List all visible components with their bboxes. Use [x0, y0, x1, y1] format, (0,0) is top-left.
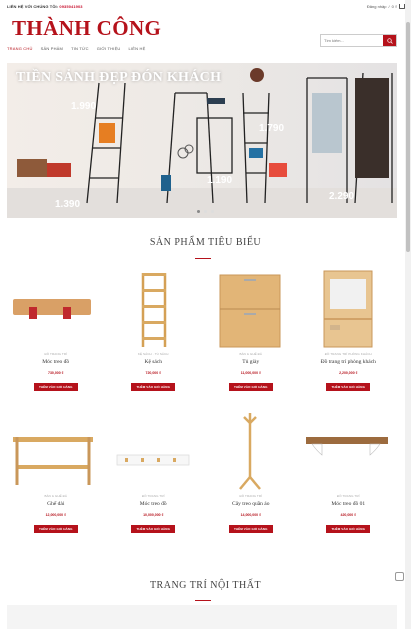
- product-name[interactable]: Tủ giày: [202, 359, 300, 365]
- product-card[interactable]: ĐỒ TRANG TRÍ Móc treo đồ 01 420,000 ₫ TH…: [300, 407, 398, 549]
- product-name[interactable]: Móc treo đồ 01: [300, 501, 398, 507]
- product-price: 11,000,000 ₫: [240, 371, 261, 375]
- nav-about[interactable]: GIỚI THIỆU: [97, 46, 121, 51]
- hero-banner[interactable]: TIỀN SẢNH ĐẸP ĐÓN KHÁCH 1.990 1.790 1.19…: [7, 63, 397, 218]
- nav-products[interactable]: SẢN PHẨM: [41, 46, 64, 51]
- product-card[interactable]: ĐỒ TRANG TRÍ Móc treo đồ 10,000,000 ₫ TH…: [105, 407, 203, 549]
- add-to-cart-button[interactable]: THÊM VÀO GIỎ HÀNG: [131, 383, 176, 391]
- product-image[interactable]: [300, 265, 398, 350]
- search-button[interactable]: [383, 35, 396, 46]
- contact-info: LIÊN HỆ VỚI CHÚNG TÔI: 0935041903: [7, 4, 83, 9]
- cart-total[interactable]: 0 ₫: [392, 4, 397, 9]
- phone-number[interactable]: 0935041903: [59, 4, 82, 9]
- nav-news[interactable]: TIN TỨC: [71, 46, 89, 51]
- product-image[interactable]: [202, 407, 300, 492]
- product-category: ĐỒ TRANG TRÍ: [44, 352, 68, 356]
- nav-home[interactable]: TRANG CHỦ: [7, 46, 33, 51]
- product-category: ĐỒ TRANG TRÍ PHÒNG KHÁCH: [324, 352, 372, 356]
- hero-price: 1.390: [55, 199, 81, 210]
- hero-price: 1.990: [71, 101, 97, 112]
- slider-dot[interactable]: [211, 210, 214, 213]
- product-price: 730,000 ₫: [48, 371, 64, 375]
- product-image[interactable]: [105, 265, 203, 350]
- product-name[interactable]: Đồ trang trí phòng khách: [300, 359, 398, 365]
- product-category: ĐỒ TRANG TRÍ: [239, 494, 263, 498]
- nav-contact[interactable]: LIÊN HỆ: [129, 46, 146, 51]
- site-logo[interactable]: THÀNH CÔNG: [12, 16, 161, 41]
- product-category: BÀN & GHẾ ĐÁ: [44, 494, 68, 498]
- product-image[interactable]: [202, 265, 300, 350]
- slider-dot[interactable]: [204, 210, 207, 213]
- search-icon: [386, 37, 393, 44]
- add-to-cart-button[interactable]: THÊM VÀO GIỎ HÀNG: [33, 383, 78, 391]
- page-scrollbar[interactable]: [405, 0, 411, 629]
- back-to-top-button[interactable]: [395, 572, 404, 581]
- add-to-cart-button[interactable]: THÊM VÀO GIỎ HÀNG: [228, 525, 273, 533]
- product-grid: ĐỒ TRANG TRÍ Móc treo đồ 730,000 ₫ THÊM …: [7, 265, 397, 549]
- product-card[interactable]: ĐỒ TRANG TRÍ Cây treo quần áo 14,000,000…: [202, 407, 300, 549]
- hero-price: 1.790: [259, 123, 285, 134]
- product-name[interactable]: Móc treo đồ: [105, 501, 203, 507]
- product-card[interactable]: ĐỒ TRANG TRÍ PHÒNG KHÁCH Đồ trang trí ph…: [300, 265, 398, 407]
- product-name[interactable]: Cây treo quần áo: [202, 501, 300, 507]
- login-link[interactable]: Đăng nhập: [367, 4, 387, 9]
- top-bar: LIÊN HỆ VỚI CHÚNG TÔI: 0935041903 Đăng n…: [0, 0, 411, 12]
- add-to-cart-button[interactable]: THÊM VÀO GIỎ HÀNG: [326, 383, 371, 391]
- product-card[interactable]: ĐỒ TRANG TRÍ Móc treo đồ 730,000 ₫ THÊM …: [7, 265, 105, 407]
- add-to-cart-button[interactable]: THÊM VÀO GIỎ HÀNG: [33, 525, 78, 533]
- product-card[interactable]: BÀN & GHẾ ĐÁ Ghế dài 12,000,000 ₫ THÊM V…: [7, 407, 105, 549]
- add-to-cart-button[interactable]: THÊM VÀO GIỎ HÀNG: [228, 383, 273, 391]
- product-category: KỆ SÁCH · TỦ SÁCH: [137, 352, 169, 356]
- product-price: 720,000 ₫: [145, 371, 161, 375]
- product-price: 12,000,000 ₫: [45, 513, 66, 517]
- search-input[interactable]: [321, 35, 383, 46]
- product-image[interactable]: [105, 407, 203, 492]
- featured-title: SẢN PHẨM TIÊU BIỂU: [149, 237, 262, 248]
- product-category: BÀN & GHẾ ĐÁ: [239, 352, 263, 356]
- product-image[interactable]: [300, 407, 398, 492]
- product-image[interactable]: [7, 265, 105, 350]
- product-image[interactable]: [7, 407, 105, 492]
- product-name[interactable]: Kệ sách: [105, 359, 203, 365]
- product-card[interactable]: KỆ SÁCH · TỦ SÁCH Kệ sách 720,000 ₫ THÊM…: [105, 265, 203, 407]
- main-nav: TRANG CHỦ SẢN PHẨM TIN TỨC GIỚI THIỆU LI…: [7, 46, 146, 51]
- product-category: ĐỒ TRANG TRÍ: [336, 494, 360, 498]
- account-area: Đăng nhập / 0 ₫: [367, 3, 405, 9]
- product-price: 420,000 ₫: [340, 513, 356, 517]
- product-name[interactable]: Ghế dài: [7, 501, 105, 507]
- search-box: [320, 34, 397, 47]
- product-price: 2,200,000 ₫: [339, 371, 358, 375]
- decor-banner[interactable]: [7, 605, 397, 629]
- decor-title: TRANG TRÍ NỘI THẤT: [149, 580, 262, 591]
- product-price: 10,000,000 ₫: [143, 513, 164, 517]
- hero-price: 1.190: [207, 175, 233, 186]
- add-to-cart-button[interactable]: THÊM VÀO GIỎ HÀNG: [326, 525, 371, 533]
- product-card[interactable]: BÀN & GHẾ ĐÁ Tủ giày 11,000,000 ₫ THÊM V…: [202, 265, 300, 407]
- product-category: ĐỒ TRANG TRÍ: [141, 494, 165, 498]
- slider-dot[interactable]: [197, 210, 200, 213]
- product-name[interactable]: Móc treo đồ: [7, 359, 105, 365]
- hero-title: TIỀN SẢNH ĐẸP ĐÓN KHÁCH: [16, 70, 222, 85]
- slider-dots: [197, 210, 214, 213]
- hero-price: 2.290: [329, 191, 355, 202]
- product-price: 14,000,000 ₫: [240, 513, 261, 517]
- contact-label: LIÊN HỆ VỚI CHÚNG TÔI:: [7, 3, 59, 9]
- site-header: THÀNH CÔNG: [0, 12, 411, 47]
- add-to-cart-button[interactable]: THÊM VÀO GIỎ HÀNG: [131, 525, 176, 533]
